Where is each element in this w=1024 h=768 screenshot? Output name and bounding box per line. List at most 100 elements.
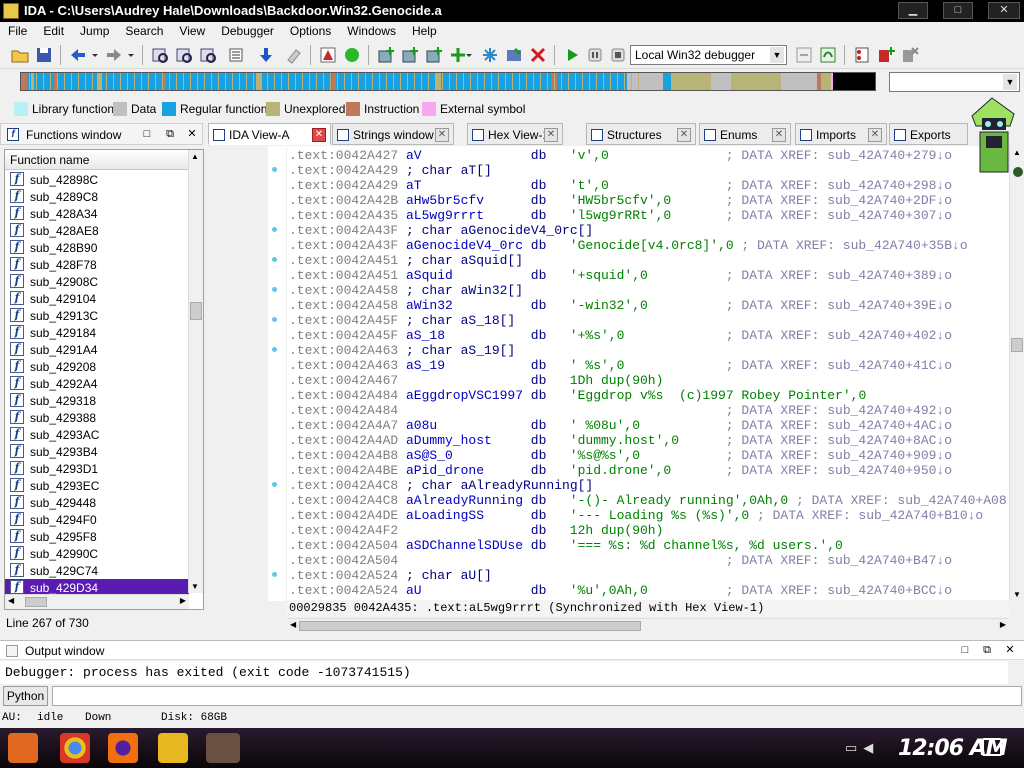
python-command-input[interactable] <box>52 686 1022 706</box>
open-folder-icon[interactable] <box>10 45 30 65</box>
binary-search-icon[interactable] <box>150 45 170 65</box>
float-icon[interactable]: ⧉ <box>164 128 176 140</box>
tab-structures[interactable]: Structures ✕ <box>586 123 696 145</box>
menu-options[interactable]: Options <box>282 22 339 38</box>
function-row[interactable]: f sub_429448 <box>5 494 189 511</box>
function-row[interactable]: f sub_4289C8 <box>5 188 189 205</box>
chevron-down-icon[interactable] <box>464 45 474 65</box>
save-icon[interactable] <box>34 45 54 65</box>
function-row[interactable]: f sub_42898C <box>5 171 189 188</box>
function-row[interactable]: f sub_4294F0 <box>5 511 189 528</box>
add-struct-icon[interactable] <box>400 45 420 65</box>
tab-imports[interactable]: Imports ✕ <box>795 123 887 145</box>
function-row[interactable]: f sub_4293B4 <box>5 443 189 460</box>
add-enum-icon[interactable] <box>424 45 444 65</box>
firefox-icon[interactable] <box>108 733 138 763</box>
disassembly-horizontal-scrollbar[interactable]: ◀ ▶ <box>287 618 1009 633</box>
play-icon[interactable] <box>562 45 582 65</box>
jump-down-icon[interactable] <box>256 45 276 65</box>
function-row[interactable]: f sub_429318 <box>5 392 189 409</box>
function-row[interactable]: f sub_429104 <box>5 290 189 307</box>
asterisk-icon[interactable] <box>480 45 500 65</box>
close-tab-icon[interactable]: ✕ <box>868 128 882 142</box>
navigation-strip[interactable] <box>20 72 876 91</box>
back-arrow-icon[interactable] <box>68 45 88 65</box>
restore-icon[interactable]: □ <box>959 644 971 656</box>
function-row[interactable]: f sub_4291A4 <box>5 341 189 358</box>
segment-select[interactable]: ▼ <box>889 72 1020 92</box>
clear-icon[interactable] <box>284 45 304 65</box>
close-tab-icon[interactable]: ✕ <box>544 128 558 142</box>
close-tab-icon[interactable]: ✕ <box>772 128 786 142</box>
function-row[interactable]: f sub_4292A4 <box>5 375 189 392</box>
function-row[interactable]: f sub_4293EC <box>5 477 189 494</box>
menu-windows[interactable]: Windows <box>339 22 404 38</box>
close-icon[interactable]: ✕ <box>1004 644 1016 656</box>
menu-file[interactable]: File <box>0 22 35 38</box>
file-explorer-icon[interactable] <box>158 733 188 763</box>
function-row[interactable]: f sub_428F78 <box>5 256 189 273</box>
function-row[interactable]: f sub_42990C <box>5 545 189 562</box>
function-row[interactable]: f sub_429208 <box>5 358 189 375</box>
maximize-button[interactable]: □ <box>943 2 973 19</box>
tab-hex-view-1[interactable]: Hex View-1 ✕ <box>467 123 563 145</box>
close-tab-icon[interactable]: ✕ <box>312 128 326 142</box>
functions-vertical-scrollbar[interactable]: ▲ ▼ <box>188 150 203 593</box>
functions-horizontal-scrollbar[interactable]: ◀ ▶ <box>5 594 189 609</box>
function-row[interactable]: f sub_429C74 <box>5 562 189 579</box>
close-tab-icon[interactable]: ✕ <box>435 128 449 142</box>
menu-search[interactable]: Search <box>117 22 171 38</box>
system-tray-icons[interactable]: ▭◀ <box>845 740 879 756</box>
function-row[interactable]: f sub_4293D1 <box>5 460 189 477</box>
debugger-select[interactable]: Local Win32 debugger ▼ <box>630 45 787 65</box>
python-button[interactable]: Python <box>3 686 48 706</box>
close-icon[interactable]: ✕ <box>186 128 198 140</box>
close-tab-icon[interactable]: ✕ <box>677 128 691 142</box>
step-over-icon[interactable] <box>818 45 838 65</box>
green-circle-icon[interactable] <box>342 45 362 65</box>
graph-icon[interactable] <box>318 45 338 65</box>
chevron-down-icon[interactable] <box>126 45 136 65</box>
tab-ida-view-a[interactable]: IDA View-A ✕ <box>208 123 331 145</box>
pause-icon[interactable] <box>585 45 605 65</box>
function-row[interactable]: f sub_428B90 <box>5 239 189 256</box>
function-name-column-header[interactable]: Function name <box>5 150 189 170</box>
menu-debugger[interactable]: Debugger <box>213 22 282 38</box>
forward-arrow-icon[interactable] <box>104 45 124 65</box>
function-row[interactable]: f sub_428A34 <box>5 205 189 222</box>
list-icon[interactable] <box>226 45 246 65</box>
text-search-icon[interactable] <box>174 45 194 65</box>
ida-taskbar-icon[interactable] <box>206 733 240 763</box>
function-row[interactable]: f sub_429388 <box>5 409 189 426</box>
chrome-icon[interactable] <box>60 733 90 763</box>
float-icon[interactable]: ⧉ <box>981 644 993 656</box>
start-button[interactable] <box>8 733 38 763</box>
function-row[interactable]: f sub_428AE8 <box>5 222 189 239</box>
function-row[interactable]: f sub_429184 <box>5 324 189 341</box>
close-button[interactable]: ✕ <box>988 2 1020 19</box>
tab-enums[interactable]: Enums ✕ <box>699 123 791 145</box>
restore-icon[interactable]: □ <box>141 128 153 140</box>
chevron-down-icon[interactable] <box>90 45 100 65</box>
menu-view[interactable]: View <box>171 22 213 38</box>
tab-strings-window[interactable]: Strings window ✕ <box>332 123 454 145</box>
disassembly-vertical-scrollbar[interactable]: ▲ ▼ <box>1009 146 1024 601</box>
stop-icon[interactable] <box>608 45 628 65</box>
breakpoints-list-icon[interactable] <box>852 45 872 65</box>
delete-icon[interactable] <box>528 45 548 65</box>
step-into-icon[interactable] <box>794 45 814 65</box>
remove-watch-icon[interactable] <box>900 45 920 65</box>
add-function-icon[interactable] <box>376 45 396 65</box>
menu-edit[interactable]: Edit <box>35 22 72 38</box>
menu-help[interactable]: Help <box>404 22 445 38</box>
minimize-button[interactable]: ▁ <box>898 2 928 19</box>
disassembly-view[interactable]: .text:0042A427 aV db 'v',0 ; DATA XREF: sub_… <box>287 146 1009 601</box>
function-row[interactable]: f sub_42908C <box>5 273 189 290</box>
tab-exports[interactable]: Exports <box>889 123 968 145</box>
function-row[interactable]: f sub_4293AC <box>5 426 189 443</box>
notifications-icon[interactable] <box>982 738 1002 756</box>
add-watch-icon[interactable] <box>876 45 896 65</box>
function-row[interactable]: f sub_42913C <box>5 307 189 324</box>
menu-jump[interactable]: Jump <box>72 22 117 38</box>
immediate-search-icon[interactable] <box>198 45 218 65</box>
